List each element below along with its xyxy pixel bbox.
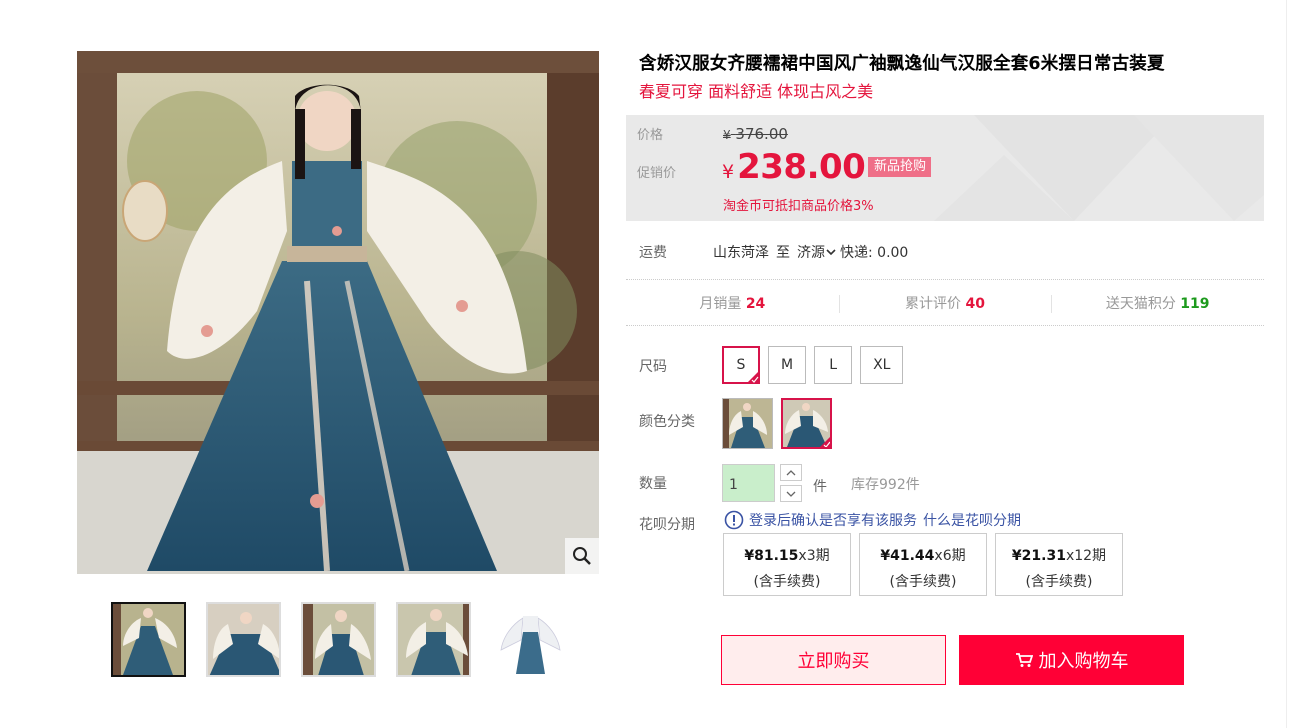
huabei-note: 登录后确认是否享有该服务 什么是花呗分期 <box>724 510 1021 530</box>
size-options: S M L XL <box>722 346 904 384</box>
product-main-image[interactable] <box>77 51 599 574</box>
huabei-label: 花呗分期 <box>639 517 695 533</box>
points-value: 119 <box>1180 295 1210 312</box>
monthly-sales: 月销量 24 <box>626 293 839 313</box>
original-price-currency: ¥ <box>723 128 731 142</box>
quantity-decrease-button[interactable] <box>780 485 802 502</box>
shipping-label: 运费 <box>639 245 667 261</box>
shipping-destination-select[interactable]: 济源 <box>797 242 840 262</box>
promo-price-currency: ¥ <box>722 161 735 183</box>
monthly-sales-label: 月销量 <box>699 295 742 312</box>
original-price: ¥ 376.00 <box>723 125 788 143</box>
size-option-xl[interactable]: XL <box>860 346 904 384</box>
size-option-label: XL <box>873 357 891 373</box>
magnifier-icon <box>573 547 591 565</box>
promo-price-value: 238.00 <box>737 147 866 187</box>
price-panel: 价格 ¥ 376.00 促销价 ¥ 238.00 新品抢购 淘金币可抵扣商品价格… <box>626 115 1264 221</box>
product-subtitle: 春夏可穿 面料舒适 体现古风之美 <box>639 82 874 101</box>
sales-stats: 月销量 24 累计评价 40 送天猫积分 119 <box>626 279 1264 326</box>
promo-price: ¥ 238.00 <box>722 147 866 187</box>
shipping-fee: 快递: 0.00 <box>840 245 909 261</box>
plan-fee: (含手续费) <box>753 574 821 590</box>
color-label: 颜色分类 <box>639 414 695 430</box>
quantity-unit: 件 <box>813 479 827 495</box>
size-option-label: L <box>829 357 837 373</box>
plan-amount: ¥81.15 <box>744 548 799 564</box>
zoom-button[interactable] <box>565 538 599 574</box>
promo-badge: 新品抢购 <box>868 157 932 177</box>
size-option-m[interactable]: M <box>768 346 807 384</box>
thumbnail-2[interactable] <box>206 602 281 677</box>
taojinbi-note: 淘金币可抵扣商品价格3% <box>723 199 874 214</box>
huabei-login-note[interactable]: 登录后确认是否享有该服务 <box>749 510 917 530</box>
chevron-down-icon <box>786 491 796 497</box>
chevron-down-icon <box>826 249 836 256</box>
plan-fee: (含手续费) <box>889 574 957 590</box>
product-title: 含娇汉服女齐腰襦裙中国风广袖飘逸仙气汉服全套6米摆日常古装夏 <box>639 54 1165 74</box>
huabei-plan-12[interactable]: ¥21.31x12期 (含手续费) <box>995 533 1123 596</box>
plan-term: x3期 <box>798 548 830 564</box>
original-price-label: 价格 <box>637 128 664 143</box>
quantity-increase-button[interactable] <box>780 464 802 481</box>
add-to-cart-button[interactable]: 加入购物车 <box>959 635 1184 685</box>
tmall-points: 送天猫积分 119 <box>1051 293 1264 313</box>
huabei-plan-6[interactable]: ¥41.44x6期 (含手续费) <box>859 533 987 596</box>
size-option-s[interactable]: S <box>722 346 760 384</box>
monthly-sales-value: 24 <box>745 295 766 312</box>
quantity-label: 数量 <box>639 476 667 492</box>
add-to-cart-label: 加入购物车 <box>1038 651 1129 672</box>
info-icon <box>724 510 744 530</box>
size-label: 尺码 <box>639 359 667 375</box>
size-option-l[interactable]: L <box>814 346 853 384</box>
stock-count: 库存992件 <box>851 477 920 493</box>
thumbnail-1[interactable] <box>111 602 186 677</box>
quantity-input[interactable]: 1 <box>722 464 775 502</box>
original-price-value: 376.00 <box>735 125 788 143</box>
points-label: 送天猫积分 <box>1105 295 1176 312</box>
price-panel-decoration <box>934 115 1264 221</box>
selected-check-icon <box>747 371 759 383</box>
shipping-to-word: 至 <box>776 245 790 261</box>
plan-term: x6期 <box>934 548 966 564</box>
shipping-info: 山东菏泽 至 济源 快递: 0.00 <box>713 242 908 262</box>
shipping-from: 山东菏泽 <box>713 245 769 261</box>
huabei-plan-3[interactable]: ¥81.15x3期 (含手续费) <box>723 533 851 596</box>
promo-price-label: 促销价 <box>637 166 677 181</box>
color-option-2[interactable] <box>781 398 832 449</box>
shipping-destination: 济源 <box>797 245 825 261</box>
reviews-label: 累计评价 <box>905 295 962 312</box>
size-option-label: M <box>781 357 794 373</box>
color-option-1[interactable] <box>722 398 773 449</box>
buy-now-button[interactable]: 立即购买 <box>721 635 946 685</box>
plan-term: x12期 <box>1065 548 1107 564</box>
thumbnail-4[interactable] <box>396 602 471 677</box>
huabei-help-link[interactable]: 什么是花呗分期 <box>923 510 1021 530</box>
cumulative-reviews[interactable]: 累计评价 40 <box>838 293 1052 313</box>
size-option-label: S <box>736 357 746 373</box>
selected-check-icon <box>820 437 830 447</box>
reviews-value: 40 <box>965 295 985 312</box>
color-options <box>722 398 832 449</box>
thumbnail-5[interactable] <box>491 602 566 677</box>
plan-fee: (含手续费) <box>1025 574 1093 590</box>
plan-amount: ¥41.44 <box>880 548 935 564</box>
cart-icon <box>1015 653 1033 667</box>
page-edge-divider <box>1286 0 1287 728</box>
huabei-plans: ¥81.15x3期 (含手续费) ¥41.44x6期 (含手续费) ¥21.31… <box>723 533 1123 596</box>
chevron-up-icon <box>786 469 796 475</box>
thumbnail-strip <box>111 602 566 677</box>
plan-amount: ¥21.31 <box>1011 548 1066 564</box>
thumbnail-3[interactable] <box>301 602 376 677</box>
